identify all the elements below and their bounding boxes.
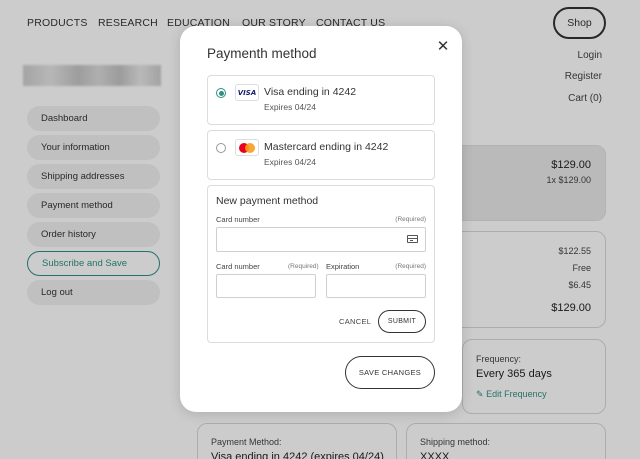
payment-option-visa[interactable]: VISA Visa ending in 4242 Expires 04/24: [207, 75, 435, 125]
submit-button[interactable]: SUBMIT: [378, 310, 426, 333]
new-payment-title: New payment method: [216, 195, 319, 207]
radio-visa[interactable]: [216, 88, 226, 98]
visa-option-label: Visa ending in 4242: [264, 86, 357, 98]
card-number-label: Card number: [216, 215, 260, 224]
mastercard-logo-icon: [235, 139, 259, 156]
radio-mastercard[interactable]: [216, 143, 226, 153]
cancel-button[interactable]: CANCEL: [339, 317, 371, 326]
close-button[interactable]: ✕: [433, 36, 453, 56]
visa-option-expiry: Expires 04/24: [264, 102, 316, 112]
expiration-input[interactable]: [326, 274, 426, 298]
save-changes-button[interactable]: SAVE CHANGES: [345, 356, 435, 389]
payment-method-modal: Paymenth method ✕ VISA Visa ending in 42…: [180, 26, 462, 412]
payment-option-mastercard[interactable]: Mastercard ending in 4242 Expires 04/24: [207, 130, 435, 180]
visa-logo-icon: VISA: [235, 84, 259, 101]
card-number-label-2: Card number: [216, 262, 260, 271]
modal-title: Paymenth method: [207, 46, 317, 61]
expiration-label: Expiration: [326, 262, 360, 271]
mastercard-option-expiry: Expires 04/24: [264, 157, 316, 167]
credit-card-icon: [407, 235, 418, 243]
card-number-input[interactable]: [216, 227, 426, 252]
mastercard-option-label: Mastercard ending in 4242: [264, 141, 389, 153]
card-number-required: (Required): [395, 216, 426, 223]
card-number-input-2[interactable]: [216, 274, 316, 298]
expiration-required: (Required): [395, 263, 426, 270]
card-number-required-2: (Required): [288, 263, 319, 270]
new-payment-method-form: New payment method Card number (Required…: [207, 185, 435, 343]
close-icon: ✕: [436, 38, 450, 55]
